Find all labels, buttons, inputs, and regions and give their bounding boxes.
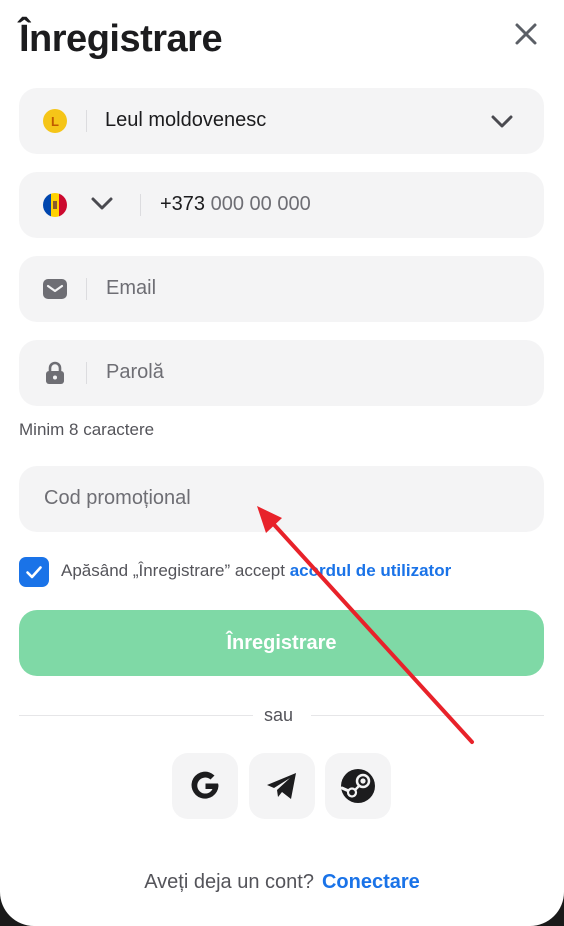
separator [86, 278, 87, 300]
telegram-icon [267, 773, 296, 799]
moldova-flag-icon [42, 192, 68, 218]
currency-value: Leul moldovenesc [105, 109, 267, 131]
checkmark-icon [26, 566, 42, 579]
register-button[interactable]: Înregistrare [19, 610, 544, 676]
currency-select[interactable]: L Leul moldovenesc [19, 88, 544, 154]
currency-coin-icon: L [42, 108, 68, 134]
agreement-text: Apăsând „Înregistrare” accept acordul de… [61, 561, 451, 581]
agreement-label: Apăsând „Înregistrare” accept [61, 561, 285, 580]
lock-icon [42, 360, 68, 386]
email-input[interactable]: Email [106, 277, 156, 300]
separator [140, 194, 141, 216]
country-code-dropdown[interactable] [89, 192, 119, 218]
have-account-text: Aveți deja un cont? [144, 871, 314, 893]
promo-code-input[interactable]: Cod promoțional [44, 487, 191, 510]
currency-symbol: L [51, 113, 59, 129]
agreement-checkbox[interactable] [19, 557, 49, 587]
google-login-button[interactable] [172, 753, 238, 819]
divider-label: sau [264, 705, 294, 725]
password-hint: Minim 8 caractere [19, 420, 155, 439]
steam-login-button[interactable] [325, 753, 391, 819]
promo-code-field[interactable]: Cod promoțional [19, 466, 544, 532]
registration-panel: Înregistrare L Leul moldovenesc +373 000… [0, 0, 564, 926]
close-button[interactable] [510, 18, 542, 50]
login-link[interactable]: Conectare [322, 871, 420, 893]
envelope-icon [42, 276, 68, 302]
phone-input[interactable]: +373 000 00 000 [160, 193, 311, 216]
password-field[interactable]: Parolă [19, 340, 544, 406]
divider-line-right [311, 715, 544, 716]
chevron-down-icon [491, 115, 513, 128]
phone-prefix: +373 [160, 193, 206, 215]
separator [86, 362, 87, 384]
page-title: Înregistrare [19, 18, 223, 60]
steam-icon [340, 769, 375, 803]
user-agreement-link[interactable]: acordul de utilizator [290, 561, 452, 580]
divider-line-left [19, 715, 253, 716]
password-input[interactable]: Parolă [106, 361, 164, 384]
telegram-login-button[interactable] [249, 753, 315, 819]
close-icon [515, 23, 537, 45]
email-field[interactable]: Email [19, 256, 544, 322]
separator [86, 110, 87, 132]
footer: Aveți deja un cont? Conectare [0, 871, 564, 894]
chevron-down-icon [91, 197, 113, 210]
google-icon [191, 771, 219, 799]
phone-field[interactable]: +373 000 00 000 [19, 172, 544, 238]
phone-placeholder: 000 00 000 [210, 193, 311, 215]
